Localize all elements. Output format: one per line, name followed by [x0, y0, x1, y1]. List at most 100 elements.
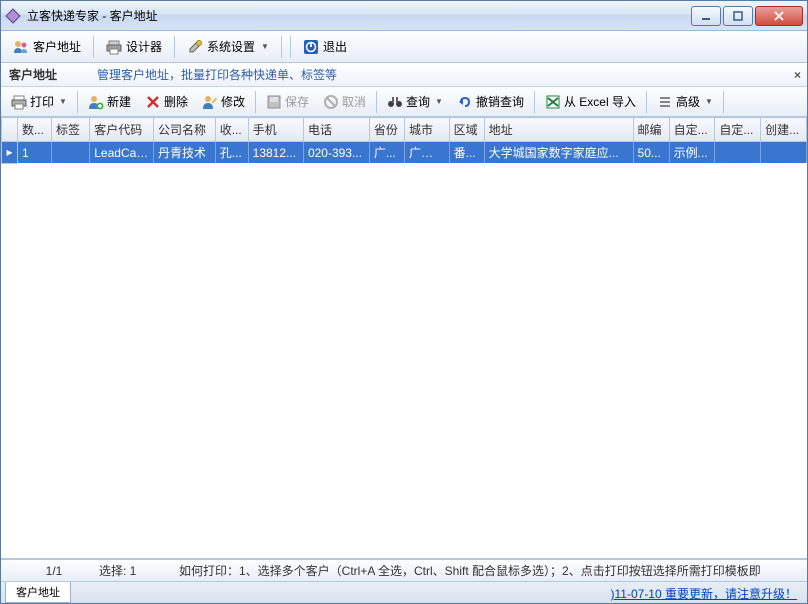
- main-toolbar: 客户地址 设计器 系统设置 ▼ 退出: [1, 31, 807, 63]
- exit-label: 退出: [323, 38, 347, 55]
- list-icon: [657, 94, 673, 110]
- column-header[interactable]: 区域: [449, 118, 484, 142]
- toolbar-separator: [646, 91, 647, 113]
- toolbar-separator: [255, 91, 256, 113]
- undo-icon: [457, 94, 473, 110]
- printer-icon: [106, 39, 122, 55]
- cancel-label: 取消: [342, 93, 366, 110]
- save-button: 保存: [260, 90, 315, 113]
- customer-address-label: 客户地址: [33, 38, 81, 55]
- table-cell[interactable]: 示例...: [669, 142, 715, 164]
- excel-icon: [545, 94, 561, 110]
- table-cell[interactable]: [715, 142, 761, 164]
- app-icon: [5, 8, 21, 24]
- people-icon: [13, 39, 29, 55]
- column-header[interactable]: 客户代码: [90, 118, 154, 142]
- column-header[interactable]: 标签: [51, 118, 89, 142]
- column-header[interactable]: 自定...: [715, 118, 761, 142]
- chevron-down-icon: ▼: [705, 97, 713, 106]
- column-header[interactable]: 自定...: [669, 118, 715, 142]
- new-button[interactable]: 新建: [82, 90, 137, 113]
- app-window: 立客快递专家 - 客户地址 客户地址 设计器 系统设置 ▼ 退出: [0, 0, 808, 604]
- binoculars-icon: [387, 94, 403, 110]
- data-grid[interactable]: 数...标签客户代码公司名称收...手机电话省份城市区域地址邮编自定...自定.…: [1, 117, 807, 559]
- column-header[interactable]: 数...: [17, 118, 51, 142]
- column-header[interactable]: 城市: [404, 118, 449, 142]
- subheader-title: 客户地址: [9, 66, 57, 83]
- tab-customer-address[interactable]: 客户地址: [5, 582, 71, 603]
- person-plus-icon: [88, 94, 104, 110]
- delete-icon: [145, 94, 161, 110]
- column-header[interactable]: 地址: [484, 118, 633, 142]
- statusbar: 1/1 选择: 1 如何打印：1、选择多个客户（Ctrl+A 全选，Ctrl、S…: [1, 559, 807, 581]
- print-label: 打印: [30, 93, 54, 110]
- window-controls: [691, 6, 803, 26]
- column-header[interactable]: 公司名称: [154, 118, 216, 142]
- table-cell[interactable]: [761, 142, 807, 164]
- advanced-button[interactable]: 高级 ▼: [651, 90, 719, 113]
- table-cell[interactable]: 大学城国家数字家庭应...: [484, 142, 633, 164]
- undo-query-label: 撤销查询: [476, 93, 524, 110]
- column-header[interactable]: 收...: [215, 118, 248, 142]
- table-cell[interactable]: 广州市: [404, 142, 449, 164]
- cancel-button: 取消: [317, 90, 372, 113]
- wrench-icon: [187, 39, 203, 55]
- status-page: 1/1: [9, 564, 99, 578]
- row-indicator: ▸: [2, 142, 18, 164]
- new-label: 新建: [107, 93, 131, 110]
- table-cell[interactable]: 广...: [369, 142, 404, 164]
- printer-icon: [11, 94, 27, 110]
- save-icon: [266, 94, 282, 110]
- toolbar-separator: [723, 91, 724, 113]
- settings-label: 系统设置: [207, 38, 255, 55]
- column-header[interactable]: 邮编: [633, 118, 669, 142]
- subheader-description: 管理客户地址，批量打印各种快递单、标签等: [97, 66, 337, 83]
- delete-label: 删除: [164, 93, 188, 110]
- designer-button[interactable]: 设计器: [100, 35, 168, 58]
- toolbar-separator: [281, 36, 282, 58]
- delete-button[interactable]: 删除: [139, 90, 194, 113]
- minimize-button[interactable]: [691, 6, 721, 26]
- excel-import-button[interactable]: 从 Excel 导入: [539, 90, 642, 113]
- settings-button[interactable]: 系统设置 ▼: [181, 35, 275, 58]
- maximize-button[interactable]: [723, 6, 753, 26]
- table-cell[interactable]: [51, 142, 89, 164]
- table-cell[interactable]: 50...: [633, 142, 669, 164]
- customer-address-button[interactable]: 客户地址: [7, 35, 87, 58]
- query-label: 查询: [406, 93, 430, 110]
- update-link[interactable]: )11-07-10 重要更新，请注意升级！: [611, 585, 797, 602]
- subheader-close-icon[interactable]: ×: [794, 68, 801, 82]
- table-cell[interactable]: 020-393...: [303, 142, 369, 164]
- table-cell[interactable]: 13812...: [248, 142, 303, 164]
- toolbar-separator: [174, 36, 175, 58]
- toolbar-separator: [77, 91, 78, 113]
- chevron-down-icon: ▼: [435, 97, 443, 106]
- window-title: 立客快递专家 - 客户地址: [27, 7, 691, 24]
- table-cell[interactable]: 番...: [449, 142, 484, 164]
- chevron-down-icon: ▼: [261, 42, 269, 51]
- exit-button[interactable]: 退出: [297, 35, 353, 58]
- edit-button[interactable]: 修改: [196, 90, 251, 113]
- undo-query-button[interactable]: 撤销查询: [451, 90, 530, 113]
- query-button[interactable]: 查询 ▼: [381, 90, 449, 113]
- status-selection: 选择: 1: [99, 562, 179, 579]
- column-header[interactable]: 手机: [248, 118, 303, 142]
- table-row[interactable]: ▸1 LeadCarry丹青技术孔...13812...020-393...广..…: [2, 142, 807, 164]
- subheader: 客户地址 管理客户地址，批量打印各种快递单、标签等 ×: [1, 63, 807, 87]
- column-header[interactable]: 创建...: [761, 118, 807, 142]
- print-button[interactable]: 打印 ▼: [5, 90, 73, 113]
- table-cell[interactable]: 1: [17, 142, 51, 164]
- column-header[interactable]: 省份: [369, 118, 404, 142]
- table-cell[interactable]: 孔...: [215, 142, 248, 164]
- chevron-down-icon: ▼: [59, 97, 67, 106]
- advanced-label: 高级: [676, 93, 700, 110]
- titlebar: 立客快递专家 - 客户地址: [1, 1, 807, 31]
- designer-label: 设计器: [126, 38, 162, 55]
- table-cell[interactable]: 丹青技术: [154, 142, 216, 164]
- status-help: 如何打印：1、选择多个客户（Ctrl+A 全选，Ctrl、Shift 配合鼠标多…: [179, 562, 799, 579]
- toolbar-separator: [376, 91, 377, 113]
- edit-label: 修改: [221, 93, 245, 110]
- column-header[interactable]: 电话: [303, 118, 369, 142]
- close-button[interactable]: [755, 6, 803, 26]
- table-cell[interactable]: LeadCarry: [90, 142, 154, 164]
